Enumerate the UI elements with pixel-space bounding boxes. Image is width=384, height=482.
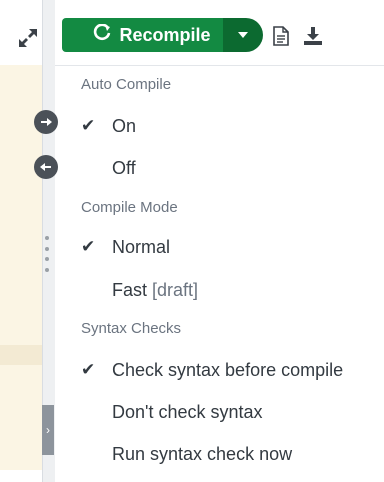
caret-down-icon <box>238 32 248 38</box>
refresh-icon <box>93 23 111 47</box>
draft-suffix: [draft] <box>152 280 199 300</box>
recompile-label: Recompile <box>119 24 211 45</box>
compile-options-menu: Auto Compile ✔ On Off Compile Mode ✔ Nor… <box>58 66 384 482</box>
menu-item-mode-normal[interactable]: ✔ Normal <box>58 229 384 265</box>
arrow-right-circle-icon[interactable] <box>34 110 58 134</box>
menu-item-run-syntax-check[interactable]: Run syntax check now <box>58 436 384 472</box>
collapse-tab[interactable]: › <box>42 405 54 455</box>
menu-header-auto-compile: Auto Compile <box>81 76 172 93</box>
menu-item-label: Check syntax before compile <box>112 360 344 380</box>
menu-item-auto-compile-on[interactable]: ✔ On <box>58 108 384 144</box>
menu-item-label: Off <box>112 158 136 178</box>
toolbar: Recompile <box>0 0 384 66</box>
menu-item-label: On <box>112 116 137 136</box>
arrow-left-circle-icon[interactable] <box>34 155 58 179</box>
chevron-right-icon: › <box>46 423 50 437</box>
menu-item-dont-check-syntax[interactable]: Don't check syntax <box>58 394 384 430</box>
recompile-options-dropdown[interactable] <box>223 18 263 52</box>
editor-gutter-end <box>0 470 42 482</box>
expand-arrows-icon[interactable] <box>17 27 39 49</box>
check-icon: ✔ <box>81 237 96 256</box>
menu-item-label: Normal <box>112 237 171 257</box>
check-icon: ✔ <box>81 360 96 379</box>
menu-item-check-before-compile[interactable]: ✔ Check syntax before compile <box>58 352 384 388</box>
recompile-button[interactable]: Recompile <box>62 18 242 52</box>
download-icon[interactable] <box>303 26 323 46</box>
check-icon: ✔ <box>81 116 96 135</box>
editor-gutter-highlight <box>0 345 42 365</box>
menu-header-compile-mode: Compile Mode <box>81 199 178 216</box>
menu-item-label: Fast [draft] <box>112 280 199 300</box>
resize-handle-icon[interactable] <box>45 236 49 272</box>
document-icon[interactable] <box>273 26 289 46</box>
menu-item-label: Run syntax check now <box>112 444 293 464</box>
menu-item-auto-compile-off[interactable]: Off <box>58 150 384 186</box>
menu-item-mode-fast[interactable]: Fast [draft] <box>58 272 384 308</box>
menu-item-label: Don't check syntax <box>112 402 263 422</box>
menu-header-syntax-checks: Syntax Checks <box>81 320 182 337</box>
